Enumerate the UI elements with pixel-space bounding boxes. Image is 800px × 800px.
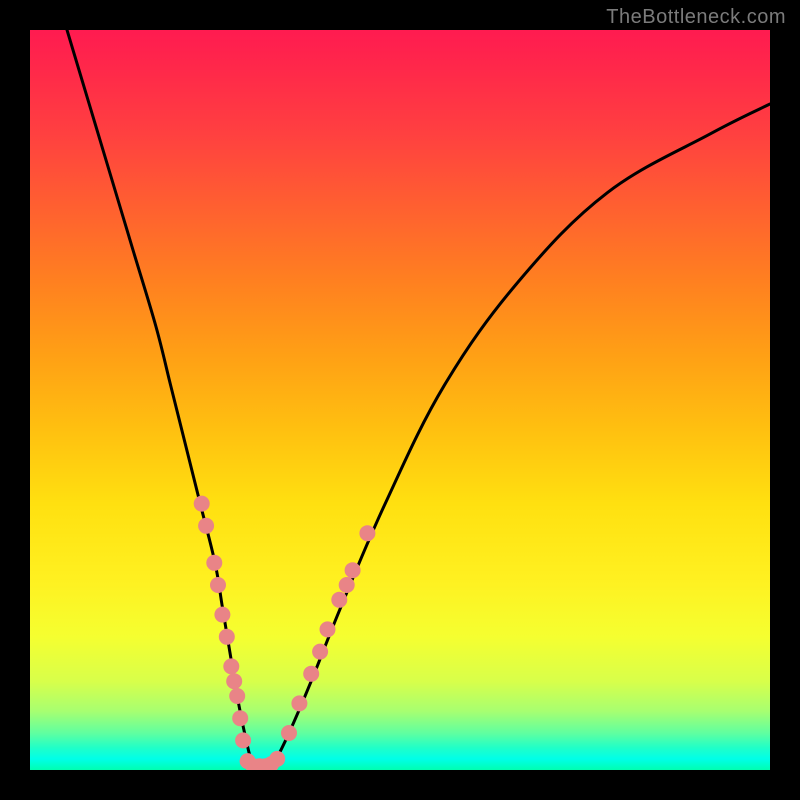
- marker-dot: [229, 688, 245, 704]
- marker-dots: [194, 496, 376, 770]
- bottleneck-curve: [67, 30, 770, 770]
- plot-area: [30, 30, 770, 770]
- chart-frame: TheBottleneck.com: [0, 0, 800, 800]
- watermark-text: TheBottleneck.com: [606, 6, 786, 29]
- marker-dot: [210, 577, 226, 593]
- marker-dot: [291, 695, 307, 711]
- marker-dot: [281, 725, 297, 741]
- marker-dot: [219, 629, 235, 645]
- marker-dot: [198, 518, 214, 534]
- marker-dot: [269, 751, 285, 767]
- marker-dot: [339, 577, 355, 593]
- marker-dot: [331, 592, 347, 608]
- marker-dot: [214, 607, 230, 623]
- marker-dot: [235, 732, 251, 748]
- marker-dot: [359, 525, 375, 541]
- marker-dot: [194, 496, 210, 512]
- marker-dot: [320, 621, 336, 637]
- marker-dot: [223, 658, 239, 674]
- curve-svg: [30, 30, 770, 770]
- marker-dot: [312, 644, 328, 660]
- marker-dot: [345, 562, 361, 578]
- marker-dot: [226, 673, 242, 689]
- marker-dot: [232, 710, 248, 726]
- marker-dot: [303, 666, 319, 682]
- marker-dot: [206, 555, 222, 571]
